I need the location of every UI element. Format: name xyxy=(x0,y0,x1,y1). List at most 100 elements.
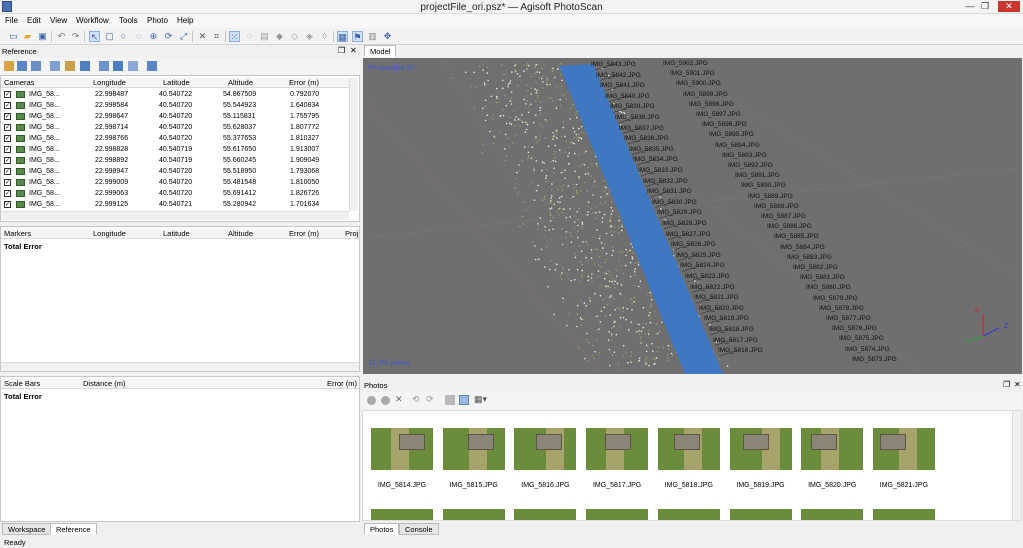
close-icon[interactable]: ✕ xyxy=(998,1,1020,12)
camera-label[interactable]: IMG_5901.JPG xyxy=(670,70,715,77)
view-icon[interactable] xyxy=(459,395,469,405)
menu-photo[interactable]: Photo xyxy=(147,16,168,25)
menu-workflow[interactable]: Workflow xyxy=(76,16,109,25)
tab-console[interactable]: Console xyxy=(399,523,439,535)
circle-select-icon[interactable]: ○ xyxy=(118,31,129,42)
photo-thumbnail[interactable] xyxy=(514,509,577,520)
photo-thumbnail[interactable] xyxy=(872,428,935,470)
photo-thumbnail[interactable] xyxy=(371,428,433,470)
camera-label[interactable]: IMG_5819.JPG xyxy=(704,315,749,322)
enable-icon[interactable] xyxy=(367,396,376,405)
camera-label[interactable]: IMG_5882.JPG xyxy=(793,264,838,271)
mask-icon[interactable] xyxy=(445,395,455,405)
menu-edit[interactable]: Edit xyxy=(27,16,41,25)
save-icon[interactable]: ▣ xyxy=(37,31,48,42)
camera-label[interactable]: IMG_5892.JPG xyxy=(728,162,773,169)
camera-row[interactable]: ✓ IMG_58... 22.998487 40.540722 54.867509 0.7… xyxy=(1,89,349,100)
camera-label[interactable]: IMG_5884.JPG xyxy=(780,244,825,251)
camera-label[interactable]: IMG_5881.JPG xyxy=(800,274,845,281)
thumbnails-icon[interactable]: ▦▾ xyxy=(474,394,487,405)
camera-label[interactable]: IMG_5828.JPG xyxy=(662,220,707,227)
camera-label[interactable]: IMG_5885.JPG xyxy=(774,233,819,240)
move-icon[interactable]: ⊕ xyxy=(148,31,159,42)
tab-model[interactable]: Model xyxy=(364,45,397,57)
camera-row[interactable]: ✓ IMG_58... 22.998892 40.540719 55.660245 1.9… xyxy=(1,155,349,166)
camera-row[interactable]: ✓ IMG_58... 22.998766 40.540720 55.377653 1.8… xyxy=(1,133,349,144)
camera-label[interactable]: IMG_5880.JPG xyxy=(806,284,851,291)
photo-thumbnail[interactable] xyxy=(586,428,649,470)
cameras-hscroll[interactable] xyxy=(1,211,349,220)
camera-label[interactable]: IMG_5874.JPG xyxy=(845,346,890,353)
col-m-error[interactable]: Error (m) xyxy=(289,229,319,239)
camera-label[interactable]: IMG_5842.JPG xyxy=(596,72,641,79)
camera-label[interactable]: IMG_5897.JPG xyxy=(696,111,741,118)
photos-vscroll[interactable] xyxy=(1012,411,1021,520)
camera-checkbox[interactable]: ✓ xyxy=(4,113,11,120)
new-icon[interactable]: ▭ xyxy=(8,31,19,42)
rotate-icon[interactable]: ⟳ xyxy=(163,31,174,42)
col-m-proj[interactable]: Proj xyxy=(345,229,358,239)
free-select-icon[interactable]: ◌ xyxy=(133,31,144,42)
col-cameras[interactable]: Cameras xyxy=(4,78,34,88)
camera-label[interactable]: IMG_5831.JPG xyxy=(647,188,692,195)
photo-thumbnail[interactable] xyxy=(872,509,935,520)
camera-label[interactable]: IMG_5830.JPG xyxy=(652,199,697,206)
camera-row[interactable]: ✓ IMG_58... 22.999063 40.540720 55.691412 1.8… xyxy=(1,188,349,199)
camera-label[interactable]: IMG_5887.JPG xyxy=(761,213,806,220)
point-cloud-icon[interactable]: ⁙ xyxy=(229,31,240,42)
col-sb-error[interactable]: Error (m) xyxy=(327,379,357,389)
tab-workspace[interactable]: Workspace xyxy=(2,523,52,535)
camera-label[interactable]: IMG_5820.JPG xyxy=(699,305,744,312)
convert-icon[interactable] xyxy=(31,61,41,71)
camera-label[interactable]: IMG_5838.JPG xyxy=(615,114,660,121)
dense-cloud-icon[interactable]: ⁘ xyxy=(244,31,255,42)
photo-thumbnail[interactable] xyxy=(801,428,864,470)
menu-view[interactable]: View xyxy=(50,16,67,25)
camera-checkbox[interactable]: ✓ xyxy=(4,135,11,142)
wireframe-icon[interactable]: ◇ xyxy=(289,31,300,42)
camera-label[interactable]: IMG_5832.JPG xyxy=(643,178,688,185)
camera-label[interactable]: IMG_5886.JPG xyxy=(767,223,812,230)
solid-icon[interactable]: ◆ xyxy=(274,31,285,42)
camera-label[interactable]: IMG_5888.JPG xyxy=(754,203,799,210)
photo-thumbnail[interactable] xyxy=(371,509,433,520)
camera-checkbox[interactable]: ✓ xyxy=(4,91,11,98)
camera-label[interactable]: IMG_5817.JPG xyxy=(713,337,758,344)
camera-label[interactable]: IMG_5840.JPG xyxy=(605,93,650,100)
camera-label[interactable]: IMG_5826.JPG xyxy=(671,241,716,248)
camera-label[interactable]: IMG_5893.JPG xyxy=(722,152,767,159)
camera-checkbox[interactable]: ✓ xyxy=(4,179,11,186)
shaded-icon[interactable]: ▤ xyxy=(259,31,270,42)
col-markers[interactable]: Markers xyxy=(4,229,31,239)
open-icon[interactable]: ▰ xyxy=(22,31,33,42)
camera-label[interactable]: IMG_5879.JPG xyxy=(813,295,858,302)
crop-icon[interactable]: ⌗ xyxy=(211,31,222,42)
camera-label[interactable]: IMG_5877.JPG xyxy=(826,315,871,322)
col-latitude[interactable]: Latitude xyxy=(163,78,190,88)
reset-view-icon[interactable]: ✥ xyxy=(382,31,393,42)
camera-label[interactable]: IMG_5836.JPG xyxy=(624,135,669,142)
remove-icon[interactable]: ✕ xyxy=(395,394,403,405)
camera-label[interactable]: IMG_5824.JPG xyxy=(680,262,725,269)
camera-checkbox[interactable]: ✓ xyxy=(4,102,11,109)
camera-label[interactable]: IMG_5883.JPG xyxy=(787,254,832,261)
camera-label[interactable]: IMG_5899.JPG xyxy=(683,91,728,98)
delete-icon[interactable]: ✕ xyxy=(197,31,208,42)
camera-row[interactable]: ✓ IMG_58... 22.998714 40.540720 55.628037 1.8… xyxy=(1,122,349,133)
camera-checkbox[interactable]: ✓ xyxy=(4,168,11,175)
camera-row[interactable]: ✓ IMG_58... 22.998828 40.540719 55.617650 1.9… xyxy=(1,144,349,155)
cameras-vscroll[interactable] xyxy=(349,78,358,211)
photo-thumbnail[interactable] xyxy=(442,509,505,520)
update-icon[interactable] xyxy=(80,61,90,71)
tab-reference[interactable]: Reference xyxy=(50,523,97,535)
photos-close-icon[interactable]: ✕ xyxy=(1014,380,1021,389)
col-altitude[interactable]: Altitude xyxy=(228,78,253,88)
photo-thumbnail[interactable] xyxy=(657,509,720,520)
camera-label[interactable]: IMG_5894.JPG xyxy=(715,142,760,149)
tab-photos[interactable]: Photos xyxy=(364,523,400,535)
camera-label[interactable]: IMG_5834.JPG xyxy=(633,156,678,163)
camera-checkbox[interactable]: ✓ xyxy=(4,124,11,131)
tiled-icon[interactable]: ◊ xyxy=(319,31,330,42)
camera-label[interactable]: IMG_5875.JPG xyxy=(839,335,884,342)
camera-label[interactable]: IMG_5833.JPG xyxy=(638,167,683,174)
